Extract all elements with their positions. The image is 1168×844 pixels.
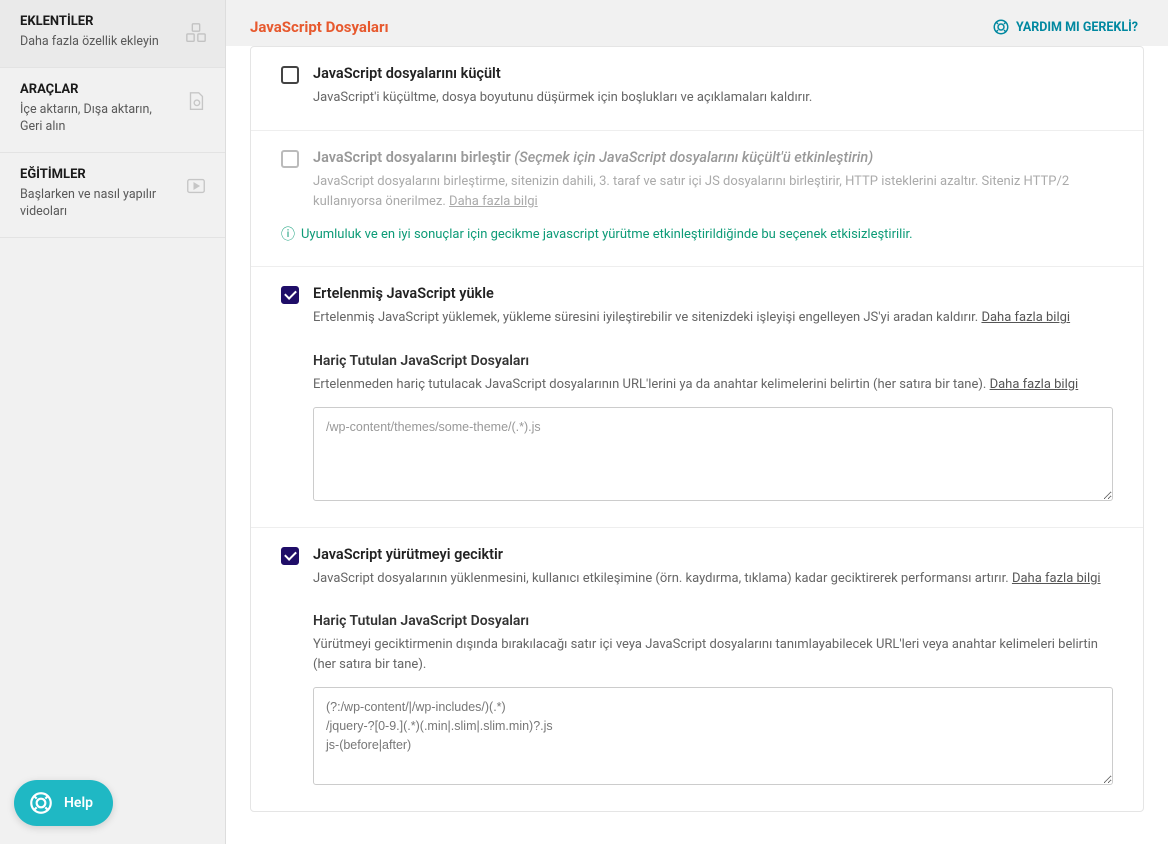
more-info-link[interactable]: Daha fazla bilgi <box>449 194 538 209</box>
defer-exclude-section: Hariç Tutulan JavaScript Dosyaları Ertel… <box>313 353 1113 505</box>
checkbox-minify-js[interactable] <box>281 66 299 84</box>
more-info-link[interactable]: Daha fazla bilgi <box>981 310 1070 325</box>
option-condition: (Seçmek için JavaScript dosyalarını küçü… <box>514 149 873 166</box>
sidebar-item-desc: Daha fazla özellik ekleyin <box>20 33 205 51</box>
option-desc: JavaScript dosyalarını birleştirme, site… <box>313 172 1113 212</box>
sidebar-item-tools[interactable]: ARAÇLAR İçe aktarın, Dışa aktarın, Geri … <box>0 68 225 153</box>
exclude-title: Hariç Tutulan JavaScript Dosyaları <box>313 613 1113 629</box>
delay-exclude-section: Hariç Tutulan JavaScript Dosyaları Yürüt… <box>313 613 1113 789</box>
main-panel: JavaScript Dosyaları YARDIM MI GEREKLİ? … <box>226 0 1168 844</box>
checkbox-combine-js <box>281 150 299 168</box>
page-title: JavaScript Dosyaları <box>250 18 389 36</box>
compatibility-note: Uyumluluk ve en iyi sonuçlar için gecikm… <box>281 224 1113 244</box>
option-desc: JavaScript dosyalarının yüklenmesini, ku… <box>313 569 1113 589</box>
option-title: JavaScript yürütmeyi geciktir <box>313 546 1113 563</box>
play-icon <box>185 175 207 197</box>
option-desc: Ertelenmiş JavaScript yüklemek, yükleme … <box>313 308 1113 328</box>
gear-file-icon <box>185 90 207 112</box>
option-defer-js: Ertelenmiş JavaScript yükle Ertelenmiş J… <box>251 267 1143 527</box>
sidebar-item-desc: İçe aktarın, Dışa aktarın, Geri alın <box>20 101 205 136</box>
more-info-link[interactable]: Daha fazla bilgi <box>990 377 1079 392</box>
sidebar-item-title: ARAÇLAR <box>20 82 205 97</box>
sidebar-item-tutorials[interactable]: EĞİTİMLER Başlarken ve nasıl yapılır vid… <box>0 153 225 238</box>
help-widget[interactable]: Help <box>14 780 113 826</box>
delay-exclude-textarea[interactable] <box>313 687 1113 785</box>
option-delay-js: JavaScript yürütmeyi geciktir JavaScript… <box>251 528 1143 811</box>
option-title: Ertelenmiş JavaScript yükle <box>313 285 1113 302</box>
page-header: JavaScript Dosyaları YARDIM MI GEREKLİ? <box>226 0 1168 46</box>
option-title: JavaScript dosyalarını küçült <box>313 65 1113 82</box>
checkbox-defer-js[interactable] <box>281 286 299 304</box>
more-info-link[interactable]: Daha fazla bilgi <box>1012 571 1101 586</box>
cubes-icon <box>185 22 207 44</box>
sidebar-item-desc: Başlarken ve nasıl yapılır videoları <box>20 186 205 221</box>
exclude-title: Hariç Tutulan JavaScript Dosyaları <box>313 353 1113 369</box>
exclude-desc: Yürütmeyi geciktirmenin dışında bırakıla… <box>313 635 1113 675</box>
lifebuoy-icon <box>992 18 1010 36</box>
exclude-desc: Ertelenmeden hariç tutulacak JavaScript … <box>313 375 1113 395</box>
sidebar-item-addons[interactable]: EKLENTİLER Daha fazla özellik ekleyin <box>0 0 225 68</box>
help-widget-label: Help <box>64 795 93 811</box>
sidebar-item-title: EKLENTİLER <box>20 14 205 29</box>
option-title: JavaScript dosyalarını birleştir (Seçmek… <box>313 149 1113 166</box>
options-panel: JavaScript dosyalarını küçült JavaScript… <box>250 46 1144 812</box>
lifebuoy-icon <box>28 790 54 816</box>
help-link[interactable]: YARDIM MI GEREKLİ? <box>992 18 1138 36</box>
option-minify-js: JavaScript dosyalarını küçült JavaScript… <box>251 47 1143 131</box>
sidebar-item-title: EĞİTİMLER <box>20 167 205 182</box>
defer-exclude-textarea[interactable] <box>313 407 1113 501</box>
checkbox-delay-js[interactable] <box>281 547 299 565</box>
help-link-label: YARDIM MI GEREKLİ? <box>1016 20 1138 35</box>
option-combine-js: JavaScript dosyalarını birleştir (Seçmek… <box>251 131 1143 267</box>
sidebar: EKLENTİLER Daha fazla özellik ekleyin AR… <box>0 0 226 844</box>
option-desc: JavaScript'i küçültme, dosya boyutunu dü… <box>313 88 1113 108</box>
